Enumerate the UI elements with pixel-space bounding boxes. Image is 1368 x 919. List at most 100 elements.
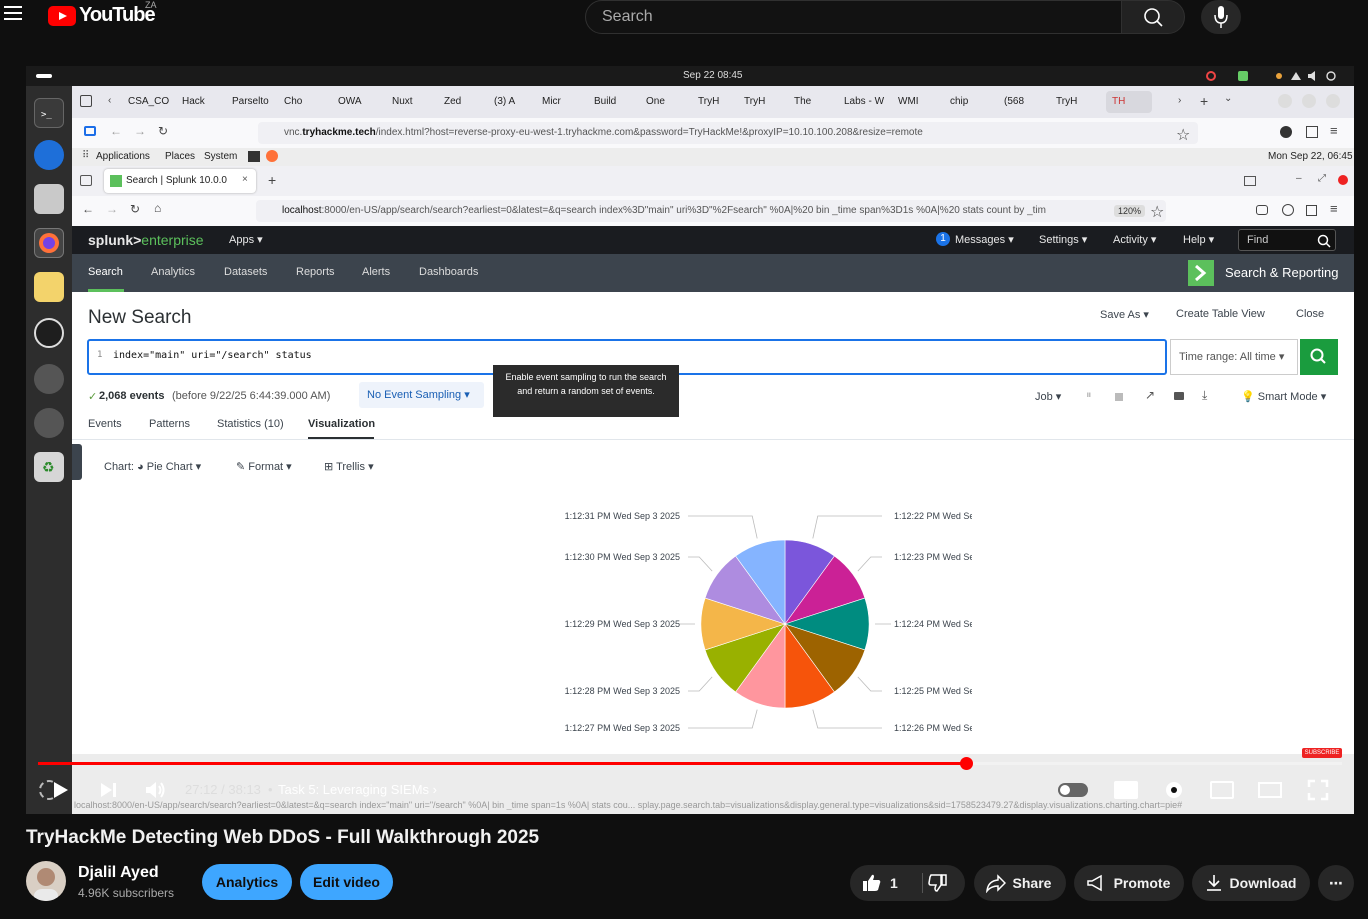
- channel-avatar[interactable]: [26, 861, 66, 901]
- thunderbird-icon[interactable]: [34, 140, 64, 170]
- video-player[interactable]: Sep 22 08:45 >_ ♻ ‹ CSA_CO Hack Parselto Ch…: [26, 66, 1354, 814]
- app-name[interactable]: Search & Reporting: [1225, 265, 1338, 280]
- host-tab[interactable]: CSA_CO: [128, 96, 174, 107]
- download-button[interactable]: Download: [1192, 865, 1310, 901]
- minimize-icon[interactable]: –: [1296, 173, 1302, 184]
- pocket-icon[interactable]: [1256, 205, 1268, 215]
- back-icon[interactable]: ←: [110, 124, 122, 138]
- host-tab[interactable]: TH: [1106, 91, 1152, 113]
- host-tab[interactable]: Parselto: [232, 96, 278, 107]
- theater-mode-icon[interactable]: [1258, 782, 1282, 798]
- analytics-button[interactable]: Analytics: [202, 864, 292, 900]
- close-tab-icon[interactable]: ×: [242, 174, 248, 185]
- nav-item-datasets[interactable]: Datasets: [224, 266, 267, 278]
- host-tab[interactable]: Zed: [444, 96, 490, 107]
- host-tab[interactable]: One: [646, 96, 692, 107]
- forward-icon[interactable]: →: [134, 124, 146, 138]
- extensions-icon[interactable]: [1306, 126, 1318, 138]
- bookmark-star-icon[interactable]: ☆: [1176, 125, 1190, 145]
- nav-item-alerts[interactable]: Alerts: [362, 266, 390, 278]
- share-button[interactable]: Share: [974, 865, 1066, 901]
- help-menu[interactable]: Help ▾: [1183, 233, 1214, 246]
- run-search-button[interactable]: [1300, 339, 1338, 375]
- tab-list-icon[interactable]: [1244, 176, 1256, 186]
- close-button[interactable]: Close: [1296, 308, 1324, 320]
- progress-bar[interactable]: [38, 757, 1342, 770]
- disc-icon[interactable]: [34, 408, 64, 438]
- host-tab[interactable]: OWA: [338, 96, 384, 107]
- activities-indicator[interactable]: [36, 74, 52, 78]
- promote-button[interactable]: Promote: [1074, 865, 1184, 901]
- tab-splunk-search[interactable]: Search | Splunk 10.0.0 ×: [104, 169, 256, 193]
- bookmark-star-icon[interactable]: ☆: [1150, 202, 1164, 222]
- time-range-picker[interactable]: Time range: All time ▾: [1170, 339, 1298, 375]
- autoplay-toggle[interactable]: [1058, 783, 1088, 797]
- back-icon[interactable]: ←: [82, 202, 94, 216]
- files-icon[interactable]: [34, 184, 64, 214]
- home-icon[interactable]: ⌂: [154, 201, 161, 215]
- messages-menu[interactable]: Messages ▾: [955, 233, 1014, 246]
- result-tab-patterns[interactable]: Patterns: [149, 418, 190, 430]
- fullscreen-icon[interactable]: [1306, 778, 1330, 802]
- terminal-launcher-icon[interactable]: [248, 151, 260, 162]
- host-tab[interactable]: Hack: [182, 96, 228, 107]
- voice-search-button[interactable]: [1201, 0, 1241, 34]
- sidebar-toggle-handle[interactable]: [72, 444, 82, 480]
- menu-applications[interactable]: Applications: [96, 151, 150, 162]
- nav-item-search[interactable]: Search: [88, 266, 123, 278]
- result-tab-statistics[interactable]: Statistics (10): [217, 418, 284, 430]
- volume-icon[interactable]: [144, 779, 166, 801]
- host-tab[interactable]: The: [794, 96, 840, 107]
- nav-item-reports[interactable]: Reports: [296, 266, 335, 278]
- forward-icon[interactable]: →: [106, 202, 118, 216]
- like-button[interactable]: 1: [850, 865, 922, 901]
- tab-scroll-right-icon[interactable]: ›: [1178, 95, 1181, 106]
- export-icon[interactable]: ⤓: [1202, 388, 1207, 403]
- chart-type-menu[interactable]: Chart: ◕ Pie Chart ▾: [104, 460, 201, 473]
- new-tab-icon[interactable]: +: [1200, 93, 1208, 109]
- tab-scroll-left-icon[interactable]: ‹: [108, 95, 111, 106]
- more-actions-button[interactable]: ⋯: [1318, 865, 1354, 901]
- create-table-view-button[interactable]: Create Table View: [1176, 308, 1265, 320]
- firefox-launcher-icon[interactable]: [266, 150, 278, 162]
- maximize-icon[interactable]: [1302, 94, 1316, 108]
- thumbs-down-icon[interactable]: [928, 873, 948, 893]
- host-tab[interactable]: TryH: [698, 96, 744, 107]
- host-tab[interactable]: Nuxt: [392, 96, 438, 107]
- subscribe-watermark[interactable]: SUBSCRIBE: [1302, 748, 1342, 758]
- extensions-icon[interactable]: [1306, 205, 1317, 216]
- host-tab[interactable]: Micr: [542, 96, 588, 107]
- host-tab[interactable]: (568: [1004, 96, 1050, 107]
- pause-icon[interactable]: ⏸: [1086, 389, 1092, 402]
- format-menu[interactable]: ✎ Format ▾: [236, 460, 292, 473]
- host-tab[interactable]: Cho: [284, 96, 330, 107]
- youtube-logo[interactable]: YouTube ZA: [48, 0, 157, 27]
- terminal-icon[interactable]: >_: [34, 98, 64, 128]
- host-tab[interactable]: Build: [594, 96, 640, 107]
- close-icon[interactable]: [1326, 94, 1340, 108]
- host-tab[interactable]: WMI: [898, 96, 944, 107]
- disc-icon[interactable]: [34, 364, 64, 394]
- nav-item-dashboards[interactable]: Dashboards: [419, 266, 478, 278]
- sidebar-icon[interactable]: [84, 126, 96, 136]
- search-input[interactable]: Search: [585, 0, 1122, 34]
- zoom-level[interactable]: 120%: [1114, 205, 1146, 217]
- host-tab[interactable]: Labs - W: [844, 96, 890, 107]
- app-menu-icon[interactable]: ≡: [1330, 123, 1338, 138]
- trash-icon[interactable]: ♻: [34, 452, 64, 482]
- subtitles-icon[interactable]: [1114, 781, 1138, 799]
- edit-video-button[interactable]: Edit video: [300, 864, 393, 900]
- save-as-menu[interactable]: Save As ▾: [1100, 308, 1149, 321]
- vnc-url-field[interactable]: localhost:8000/en-US/app/search/search?e…: [256, 200, 1166, 222]
- system-tray-icons[interactable]: [1276, 71, 1336, 81]
- reload-icon[interactable]: ↻: [158, 124, 168, 138]
- event-sampling-dropdown[interactable]: No Event Sampling ▾: [359, 382, 484, 408]
- settings-gear-icon[interactable]: [1162, 778, 1186, 802]
- job-menu[interactable]: Job ▾: [1035, 390, 1061, 403]
- obs-icon[interactable]: [34, 318, 64, 348]
- activity-menu[interactable]: Activity ▾: [1113, 233, 1156, 246]
- restore-icon[interactable]: ⤢: [1318, 173, 1326, 184]
- close-icon[interactable]: [1338, 175, 1348, 185]
- find-input[interactable]: Find: [1238, 229, 1336, 251]
- splunk-logo[interactable]: splunk>enterprise: [88, 232, 204, 248]
